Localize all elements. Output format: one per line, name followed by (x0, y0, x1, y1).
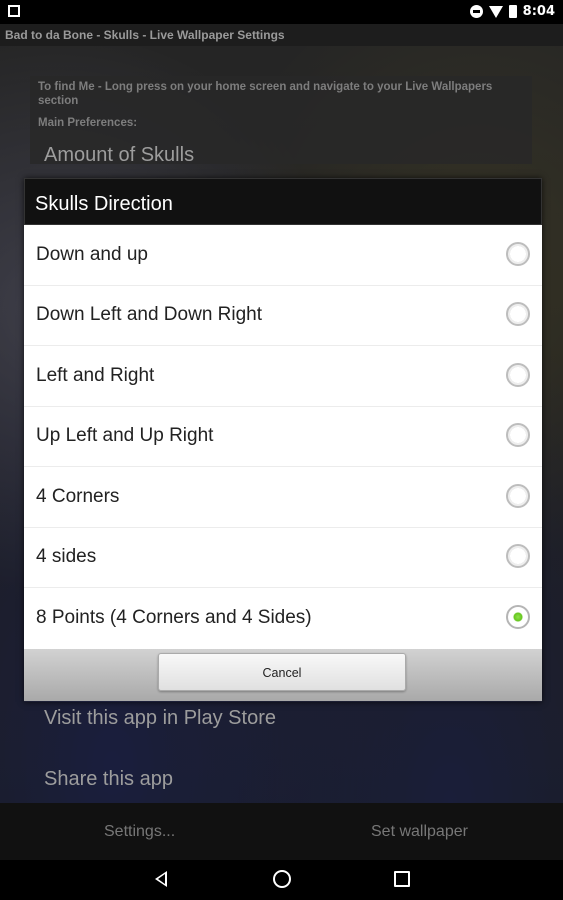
option-label: Left and Right (36, 364, 155, 386)
set-wallpaper-button[interactable]: Set wallpaper (371, 823, 468, 841)
status-icons: 8:04 (469, 4, 555, 19)
back-icon[interactable] (155, 871, 167, 887)
option-down-and-up[interactable]: Down and up (24, 225, 542, 286)
battery-icon (508, 5, 517, 18)
status-bar: 8:04 (0, 0, 563, 24)
radio-button[interactable] (506, 483, 530, 508)
option-label: Up Left and Up Right (36, 425, 214, 447)
option-4-sides[interactable]: 4 sides (24, 528, 542, 588)
app-title: Bad to da Bone - Skulls - Live Wallpaper… (0, 24, 563, 46)
option-label: 4 Corners (36, 485, 120, 507)
radio-button-selected[interactable] (506, 605, 530, 630)
option-label: 8 Points (4 Corners and 4 Sides) (36, 607, 312, 629)
option-down-left-down-right[interactable]: Down Left and Down Right (24, 286, 542, 346)
option-label: 4 sides (36, 546, 97, 568)
radio-button[interactable] (506, 544, 530, 569)
radio-button[interactable] (506, 302, 530, 327)
radio-button[interactable] (506, 423, 530, 448)
option-label: Down Left and Down Right (36, 304, 263, 326)
navigation-bar (0, 860, 563, 900)
radio-button[interactable] (506, 241, 530, 266)
pref-amount-of-skulls[interactable]: Amount of Skulls (44, 144, 194, 167)
image-notification-icon (8, 5, 20, 17)
recents-icon[interactable] (394, 871, 410, 887)
skulls-direction-dialog: Skulls Direction Down and up Down Left a… (24, 178, 542, 702)
pref-share-app[interactable]: Share this app (44, 768, 173, 791)
options-list: Down and up Down Left and Down Right Lef… (24, 225, 542, 649)
do-not-disturb-icon (469, 5, 483, 18)
dialog-footer: Cancel (24, 648, 542, 701)
home-icon[interactable] (273, 870, 291, 888)
pref-visit-play-store[interactable]: Visit this app in Play Store (44, 707, 276, 730)
settings-button[interactable]: Settings... (104, 823, 175, 841)
clock: 8:04 (522, 4, 555, 19)
wifi-icon (488, 5, 503, 18)
info-text: To find Me - Long press on your home scr… (38, 81, 493, 107)
dialog-title: Skulls Direction (24, 178, 542, 225)
bottom-action-bar: Settings... Set wallpaper (0, 803, 563, 863)
option-label: Down and up (36, 243, 148, 265)
option-4-corners[interactable]: 4 Corners (24, 467, 542, 528)
radio-button[interactable] (506, 362, 530, 387)
option-left-and-right[interactable]: Left and Right (24, 346, 542, 407)
cancel-button[interactable]: Cancel (158, 652, 406, 691)
option-8-points[interactable]: 8 Points (4 Corners and 4 Sides) (24, 588, 542, 649)
option-up-left-up-right[interactable]: Up Left and Up Right (24, 407, 542, 467)
main-preferences-header: Main Preferences: (38, 117, 138, 129)
